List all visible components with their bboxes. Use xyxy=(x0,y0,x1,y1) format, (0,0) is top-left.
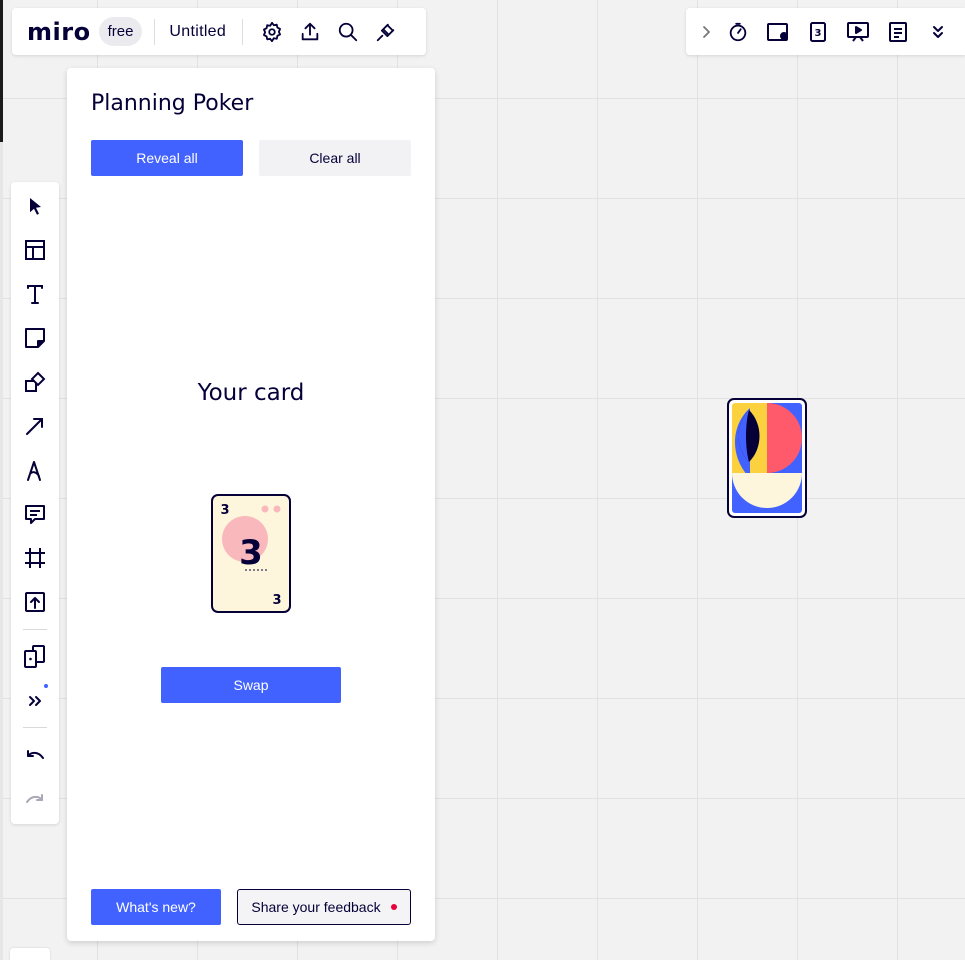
undo-icon[interactable] xyxy=(23,745,47,769)
top-toolbar: miro free Untitled xyxy=(12,8,426,55)
upload-icon[interactable] xyxy=(23,590,47,614)
planning-poker-card-icon[interactable]: 3 xyxy=(806,20,830,44)
chevron-right-icon[interactable] xyxy=(694,20,718,44)
board-poker-card-back[interactable] xyxy=(727,398,807,518)
select-cursor-icon[interactable] xyxy=(23,194,47,218)
window-edge xyxy=(0,0,3,142)
share-feedback-label: Share your feedback xyxy=(251,899,381,915)
comment-icon[interactable] xyxy=(23,502,47,526)
planning-poker-panel: Planning Poker Reveal all Clear all Your… xyxy=(67,68,435,941)
swap-button[interactable]: Swap xyxy=(161,667,341,703)
arrow-line-icon[interactable] xyxy=(23,414,47,438)
bottom-widget-stub[interactable] xyxy=(10,948,50,960)
clear-all-button[interactable]: Clear all xyxy=(259,140,411,176)
planning-poker-icon[interactable] xyxy=(23,644,47,668)
plan-badge[interactable]: free xyxy=(98,17,143,46)
share-feedback-button[interactable]: Share your feedback xyxy=(237,889,411,925)
text-icon[interactable] xyxy=(23,282,47,306)
reveal-all-button[interactable]: Reveal all xyxy=(91,140,243,176)
upload-icon[interactable] xyxy=(298,20,322,44)
shapes-icon[interactable] xyxy=(23,370,47,394)
svg-text:3: 3 xyxy=(220,503,229,518)
miro-logo[interactable]: miro xyxy=(27,18,91,46)
svg-text:3: 3 xyxy=(815,28,822,39)
timer-icon[interactable] xyxy=(726,20,750,44)
divider xyxy=(154,18,156,45)
video-chat-icon[interactable] xyxy=(766,20,790,44)
notification-dot xyxy=(390,904,397,910)
notes-icon[interactable] xyxy=(886,20,910,44)
toolbar-separator xyxy=(23,727,47,728)
selected-poker-card[interactable]: 3 3 3 xyxy=(211,494,291,613)
redo-icon xyxy=(23,789,47,813)
whats-new-button[interactable]: What's new? xyxy=(91,889,221,925)
toolbar-separator xyxy=(23,629,47,630)
pen-icon[interactable] xyxy=(23,458,47,482)
panel-title: Planning Poker xyxy=(91,91,254,116)
your-card-heading: Your card xyxy=(197,380,305,406)
sticky-note-icon[interactable] xyxy=(23,326,47,350)
settings-icon[interactable] xyxy=(260,20,284,44)
window-edge-lower xyxy=(0,142,3,960)
more-tools-icon[interactable] xyxy=(23,689,47,713)
divider xyxy=(242,18,244,45)
board-title[interactable]: Untitled xyxy=(169,23,226,41)
presentation-icon[interactable] xyxy=(846,20,870,44)
templates-icon[interactable] xyxy=(23,238,47,262)
svg-text:3: 3 xyxy=(239,533,263,573)
chevron-double-down-icon[interactable] xyxy=(926,20,950,44)
left-toolbar xyxy=(11,182,59,824)
active-app-indicator xyxy=(44,684,48,688)
top-right-toolbar: 3 xyxy=(686,8,965,55)
svg-text:3: 3 xyxy=(272,593,281,608)
plug-icon[interactable] xyxy=(374,20,398,44)
frame-icon[interactable] xyxy=(23,546,47,570)
search-icon[interactable] xyxy=(336,20,360,44)
